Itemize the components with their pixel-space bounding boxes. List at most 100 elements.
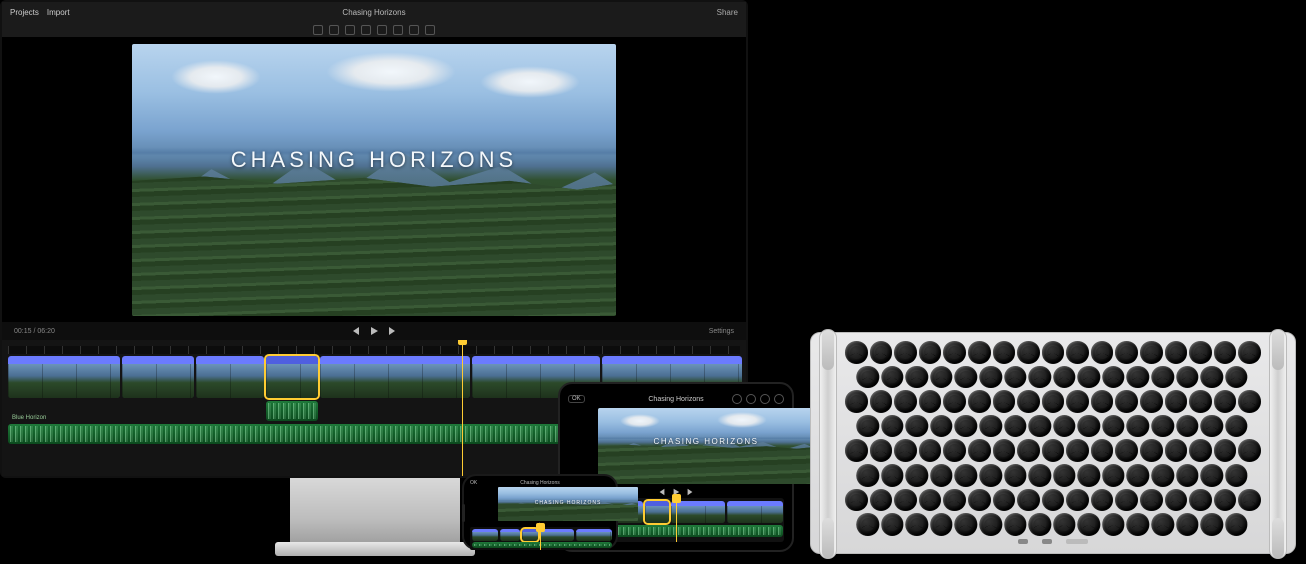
video-clip[interactable] xyxy=(576,529,612,541)
video-clip[interactable] xyxy=(727,501,783,523)
grille-hole xyxy=(905,366,928,389)
undo-icon[interactable] xyxy=(732,394,742,404)
share-button[interactable]: Share xyxy=(717,8,738,17)
iphone-timeline[interactable] xyxy=(470,527,610,550)
title-overlay: CHASING HORIZONS xyxy=(132,147,616,173)
grille-hole xyxy=(955,513,978,536)
video-clip[interactable] xyxy=(472,529,498,541)
grille-hole xyxy=(930,366,953,389)
grille-hole xyxy=(1140,390,1163,413)
crop-icon[interactable] xyxy=(345,25,355,35)
grille-hole xyxy=(1115,341,1138,364)
mac-pro-handle-right xyxy=(1269,329,1287,559)
grille-hole xyxy=(894,390,917,413)
video-clip[interactable] xyxy=(500,529,520,541)
clip-label: Opening xyxy=(11,356,34,364)
grille-hole xyxy=(1214,390,1237,413)
mac-pro-tower xyxy=(810,332,1296,554)
grille-hole xyxy=(1151,513,1174,536)
grille-hole xyxy=(1078,366,1101,389)
speed-icon[interactable] xyxy=(409,25,419,35)
grille-hole xyxy=(1091,439,1114,462)
video-clip[interactable] xyxy=(671,501,725,523)
grille-hole xyxy=(881,464,904,487)
grille-hole xyxy=(905,415,928,438)
mac-transport: 00:15 / 06:20 Settings xyxy=(2,322,746,340)
grille-hole xyxy=(1214,439,1237,462)
share-icon[interactable] xyxy=(760,394,770,404)
stabilize-icon[interactable] xyxy=(361,25,371,35)
next-icon[interactable] xyxy=(387,326,397,336)
grille-hole xyxy=(955,415,978,438)
add-icon[interactable] xyxy=(774,394,784,404)
grille-hole xyxy=(943,489,966,512)
ipad-preview: CHASING HORIZONS xyxy=(598,408,814,484)
grille-hole xyxy=(943,390,966,413)
iphone-playhead[interactable] xyxy=(540,527,541,550)
ipad-done-button[interactable]: OK xyxy=(568,395,585,403)
grille-hole xyxy=(1201,366,1224,389)
power-button[interactable] xyxy=(1066,539,1088,544)
video-clip[interactable]: Aerial xyxy=(196,356,264,398)
grille-hole xyxy=(1004,464,1027,487)
grille-hole xyxy=(968,390,991,413)
video-clip[interactable]: Valley xyxy=(122,356,194,398)
prev-icon[interactable] xyxy=(351,326,361,336)
usb-c-port[interactable] xyxy=(1042,539,1052,544)
next-icon[interactable] xyxy=(686,488,694,496)
noise-icon[interactable] xyxy=(393,25,403,35)
grille-hole xyxy=(1238,439,1261,462)
mac-toolbar: Projects Import Chasing Horizons Share xyxy=(2,2,746,22)
grille-hole xyxy=(979,513,1002,536)
grille-hole xyxy=(919,439,942,462)
projects-back-button[interactable]: Projects xyxy=(10,8,39,17)
volume-icon[interactable] xyxy=(377,25,387,35)
grille-hole xyxy=(1201,464,1224,487)
video-clip[interactable]: Terraces xyxy=(266,356,318,398)
timeline-ruler[interactable] xyxy=(8,346,740,354)
grille-hole xyxy=(930,464,953,487)
grille-hole xyxy=(1042,341,1065,364)
grille-hole xyxy=(1066,439,1089,462)
grille-hole xyxy=(1225,513,1248,536)
video-clip[interactable]: Mountains xyxy=(320,356,470,398)
usb-c-port[interactable] xyxy=(1018,539,1028,544)
video-clip[interactable]: Opening xyxy=(8,356,120,398)
grille-hole xyxy=(1140,341,1163,364)
audio-clip[interactable] xyxy=(472,542,612,548)
prev-icon[interactable] xyxy=(658,488,666,496)
ipad-toolbar: OK Chasing Horizons xyxy=(568,392,784,406)
grille-hole xyxy=(993,341,1016,364)
video-clip[interactable] xyxy=(540,529,574,541)
color-balance-icon[interactable] xyxy=(313,25,323,35)
grille-hole xyxy=(856,366,879,389)
project-title: Chasing Horizons xyxy=(2,8,746,17)
grille-hole xyxy=(919,489,942,512)
info-icon[interactable] xyxy=(425,25,435,35)
audio-clip[interactable] xyxy=(266,401,318,421)
grille-hole xyxy=(1017,489,1040,512)
play-icon[interactable] xyxy=(369,326,379,336)
clip-label: Terraces xyxy=(269,356,292,364)
color-correct-icon[interactable] xyxy=(329,25,339,35)
grille-hole xyxy=(1176,415,1199,438)
video-clip[interactable] xyxy=(645,501,669,523)
ipad-playhead[interactable] xyxy=(676,498,677,542)
grille-hole xyxy=(1042,439,1065,462)
settings-button[interactable]: Settings xyxy=(709,328,734,335)
playhead[interactable] xyxy=(462,340,463,476)
clip-label: Chasing Horizons – V2 xyxy=(475,356,536,364)
monitor-stand xyxy=(290,478,460,548)
grille-hole xyxy=(993,390,1016,413)
grille-hole xyxy=(1078,513,1101,536)
grille-hole xyxy=(1004,366,1027,389)
grille-hole xyxy=(905,464,928,487)
grille-hole xyxy=(856,415,879,438)
grille-hole xyxy=(943,341,966,364)
import-button[interactable]: Import xyxy=(47,8,70,17)
grille-hole xyxy=(1004,513,1027,536)
grille-hole xyxy=(1017,390,1040,413)
grille-hole xyxy=(894,439,917,462)
music-track-label: Blue Horizon xyxy=(12,415,46,421)
gear-icon[interactable] xyxy=(746,394,756,404)
